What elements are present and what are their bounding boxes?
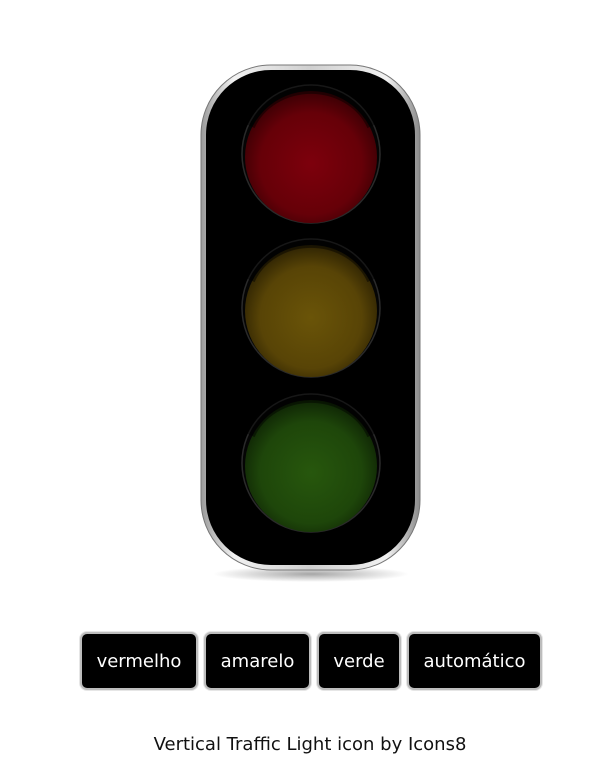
icon-credit: Vertical Traffic Light icon by Icons8 (153, 734, 467, 755)
automatic-button[interactable]: automático (407, 632, 542, 690)
red-button[interactable]: vermelho (80, 632, 198, 690)
yellow-button[interactable]: amarelo (204, 632, 311, 690)
red-lamp (241, 83, 381, 224)
yellow-lamp (241, 237, 381, 378)
green-lamp (241, 392, 381, 533)
green-button[interactable]: verde (317, 632, 401, 690)
light-controls: vermelho amarelo verde automático (80, 632, 542, 690)
traffic-light (200, 64, 422, 584)
traffic-light-graphic (200, 64, 421, 582)
